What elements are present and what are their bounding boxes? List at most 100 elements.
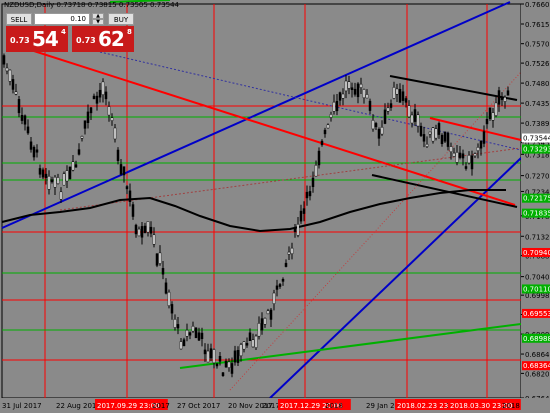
sell-price-pips: 54: [32, 27, 59, 51]
candle-body: [311, 177, 315, 188]
candle-body: [221, 372, 225, 376]
candle-body: [11, 79, 15, 90]
candle-body: [128, 190, 132, 202]
candle-body: [425, 143, 429, 147]
candle-body: [80, 136, 84, 139]
candle-body: [350, 87, 354, 90]
price-tick-label: 0.76150: [525, 21, 550, 29]
candle-body: [323, 129, 327, 135]
candle-body: [182, 339, 186, 347]
candle-body: [473, 153, 477, 157]
candle-body: [479, 140, 483, 149]
candle-body: [8, 69, 12, 82]
candle-body: [206, 350, 210, 363]
buy-price-box[interactable]: 0.73 62 8: [72, 26, 134, 52]
candle-body: [344, 80, 348, 92]
time-tick-label: 31 Jul 2017: [2, 402, 42, 410]
candle-body: [398, 88, 402, 103]
candle-body: [14, 91, 18, 95]
price-tick-label: 0.68640: [525, 351, 550, 359]
candle-body: [386, 107, 390, 112]
candle-body: [233, 350, 237, 363]
candle-body: [377, 128, 381, 139]
candle-body: [416, 114, 420, 127]
candle-body: [176, 324, 180, 329]
candle-body: [467, 154, 471, 164]
candle-body: [410, 114, 414, 124]
candle-body: [161, 268, 165, 275]
time-tick-label: 2017: [152, 402, 170, 410]
candle-body: [470, 155, 474, 170]
candle-body: [53, 176, 57, 188]
price-label: 0.70110: [523, 285, 550, 293]
chart-window[interactable]: 0.76605 0.76150 0.75702 0.75260 0.74805 0.743…: [0, 0, 550, 413]
candle-body: [302, 208, 306, 214]
candle-body: [488, 107, 492, 120]
candle-body: [287, 251, 291, 255]
candle-body: [152, 234, 156, 245]
candle-body: [122, 166, 126, 176]
time-tick-label: 2018: [325, 402, 343, 410]
candle-body: [74, 164, 78, 168]
candle-body: [179, 341, 183, 350]
sell-button[interactable]: SELL: [6, 13, 32, 25]
candle-body: [62, 173, 66, 186]
candle-body: [20, 114, 24, 121]
price-chart[interactable]: 0.76605 0.76150 0.75702 0.75260 0.74805 0.743…: [0, 0, 550, 413]
candle-body: [245, 343, 249, 346]
candle-body: [47, 175, 51, 190]
candle-body: [188, 332, 192, 336]
candle-body: [83, 120, 87, 129]
candle-body: [110, 117, 114, 121]
buy-button[interactable]: BUY: [108, 13, 134, 25]
candle-body: [299, 210, 303, 222]
candle-body: [503, 97, 507, 102]
price-tick-label: 0.73895: [525, 120, 550, 128]
candle-body: [452, 152, 456, 157]
candle-body: [203, 349, 207, 355]
candle-body: [17, 99, 21, 114]
candle-body: [491, 112, 495, 121]
price-tick-label: 0.75702: [525, 41, 550, 49]
candle-body: [149, 226, 153, 234]
candle-body: [413, 109, 417, 122]
candle-body: [434, 128, 438, 139]
candle-body: [191, 325, 195, 332]
candle-body: [401, 91, 405, 101]
candle-body: [266, 310, 270, 315]
price-label: 0.73293: [523, 146, 550, 154]
sell-price-box[interactable]: 0.73 54 4: [6, 26, 68, 52]
lot-size-input[interactable]: 0.10: [34, 13, 90, 25]
candle-body: [29, 141, 33, 150]
candle-body: [320, 140, 324, 146]
candle-body: [35, 149, 39, 153]
candle-body: [428, 131, 432, 135]
price-label: 0.71835: [523, 210, 550, 218]
candle-body: [431, 127, 435, 142]
candle-body: [392, 87, 396, 99]
candle-body: [230, 363, 234, 374]
candle-body: [59, 191, 63, 200]
candle-body: [254, 335, 258, 348]
candle-body: [164, 282, 168, 294]
candle-body: [44, 173, 48, 178]
candle-body: [71, 161, 75, 171]
candle-body: [335, 100, 339, 112]
price-tick-label: 0.70402: [525, 274, 550, 282]
candle-body: [98, 89, 102, 98]
candle-body: [404, 98, 408, 103]
candle-body: [353, 88, 357, 95]
candle-body: [224, 360, 228, 368]
one-click-trading-panel: SELL 0.10 ▲ ▼ BUY 0.73 54 4 0.73 62 8: [4, 11, 134, 52]
candle-body: [374, 123, 378, 128]
candle-body: [227, 361, 231, 368]
candle-body: [476, 147, 480, 151]
candle-body: [50, 179, 54, 183]
candle-body: [296, 223, 300, 236]
candle-body: [422, 134, 426, 142]
sell-price-fraction: 4: [61, 28, 66, 36]
candle-body: [275, 285, 279, 290]
candle-body: [389, 103, 393, 108]
arrow-down-icon[interactable]: ▼: [92, 19, 104, 25]
candle-body: [56, 177, 60, 185]
